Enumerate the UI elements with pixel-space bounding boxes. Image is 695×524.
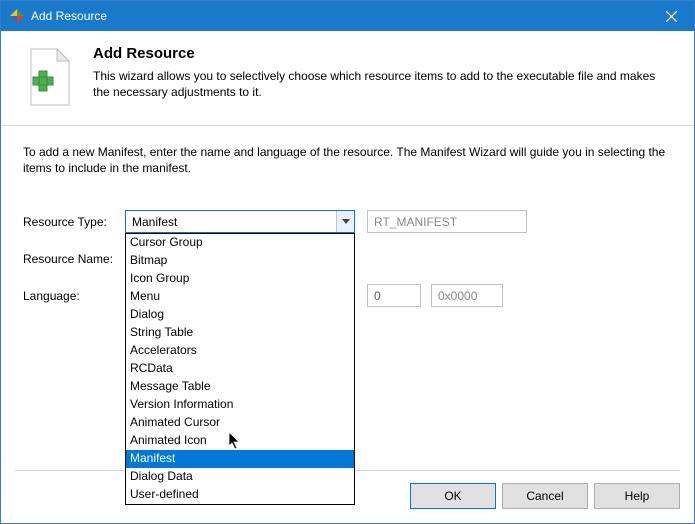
header-subtitle: This wizard allows you to selectively ch…: [93, 68, 672, 100]
resource-name-label: Resource Name:: [23, 252, 125, 266]
dropdown-item[interactable]: String Table: [126, 324, 354, 342]
dialog-add-resource: Add Resource Add Resource This wizard al…: [0, 0, 695, 524]
dropdown-item[interactable]: Accelerators: [126, 342, 354, 360]
dropdown-item[interactable]: Cursor Group: [126, 234, 354, 252]
dropdown-item[interactable]: User-defined: [126, 486, 354, 504]
resource-type-dropdown[interactable]: Cursor GroupBitmapIcon GroupMenuDialogSt…: [125, 233, 355, 505]
resource-type-label: Resource Type:: [23, 215, 125, 229]
intro-text: To add a new Manifest, enter the name an…: [23, 144, 672, 176]
close-icon: [666, 11, 677, 22]
body-panel: To add a new Manifest, enter the name an…: [1, 126, 694, 339]
ok-button[interactable]: OK: [410, 483, 496, 509]
app-icon: [9, 8, 25, 24]
help-button[interactable]: Help: [594, 483, 680, 509]
ok-button-label: OK: [444, 489, 461, 503]
header-title: Add Resource: [93, 45, 672, 62]
resource-type-readonly: RT_MANIFEST: [367, 210, 527, 233]
language-id-input[interactable]: 0: [367, 284, 421, 307]
dropdown-item[interactable]: RCData: [126, 360, 354, 378]
dropdown-item[interactable]: Menu: [126, 288, 354, 306]
cancel-button[interactable]: Cancel: [502, 483, 588, 509]
chevron-down-icon: [342, 219, 350, 224]
help-button-label: Help: [625, 489, 650, 503]
header-panel: Add Resource This wizard allows you to s…: [1, 31, 694, 126]
titlebar: Add Resource: [1, 1, 694, 31]
dropdown-item[interactable]: Animated Icon: [126, 432, 354, 450]
dropdown-item[interactable]: Bitmap: [126, 252, 354, 270]
resource-type-combobox[interactable]: Manifest: [125, 210, 355, 233]
language-hex-readonly: 0x0000: [431, 284, 503, 307]
close-button[interactable]: [649, 1, 694, 31]
dropdown-item[interactable]: Dialog Data: [126, 468, 354, 486]
dropdown-item[interactable]: Icon Group: [126, 270, 354, 288]
dropdown-item[interactable]: Message Table: [126, 378, 354, 396]
cancel-button-label: Cancel: [526, 489, 563, 503]
wizard-icon: [23, 45, 79, 107]
window-title: Add Resource: [31, 9, 649, 23]
dropdown-item[interactable]: Manifest: [126, 450, 354, 468]
dropdown-button[interactable]: [336, 211, 354, 232]
button-row: OK Cancel Help: [410, 483, 680, 509]
dropdown-item[interactable]: Dialog: [126, 306, 354, 324]
dropdown-item[interactable]: Animated Cursor: [126, 414, 354, 432]
dropdown-item[interactable]: Version Information: [126, 396, 354, 414]
language-label: Language:: [23, 289, 125, 303]
resource-type-value: Manifest: [126, 215, 336, 229]
